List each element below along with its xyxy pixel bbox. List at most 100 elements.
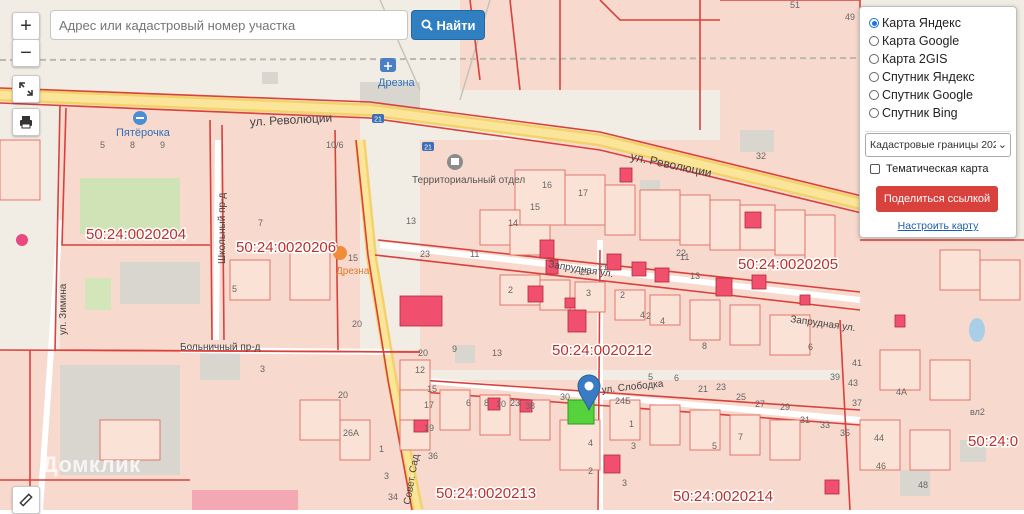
house-number-label: 33 — [820, 420, 830, 430]
search-button-label: Найти — [436, 17, 476, 33]
house-number-label: 5 — [712, 441, 717, 451]
layer-option-yandex-map[interactable]: Карта Яндекс — [869, 15, 961, 31]
printer-icon — [20, 116, 32, 129]
house-number-label: 30 — [560, 392, 570, 402]
street-label: Больничный пр-д — [180, 342, 261, 353]
house-number-label: 44 — [874, 433, 884, 443]
radio-icon[interactable] — [869, 54, 879, 64]
house-number-label: 27 — [755, 399, 765, 409]
map-layers-panel: Карта Яндекс Карта Google Карта 2GIS Спу… — [859, 6, 1017, 238]
boundaries-select-value: Кадастровые границы 2024 — [870, 139, 1005, 151]
print-button[interactable] — [12, 108, 40, 136]
house-number-label: 20 — [418, 348, 428, 358]
house-number-label: 35 — [840, 428, 850, 438]
house-number-label: 24Б — [615, 396, 631, 406]
house-number-label: 39 — [830, 372, 840, 382]
house-number-label: 49 — [845, 12, 855, 22]
layer-option-2gis-map[interactable]: Карта 2GIS — [869, 51, 947, 67]
zoom-in-button[interactable]: + — [12, 12, 40, 40]
layer-option-yandex-satellite[interactable]: Спутник Яндекс — [869, 69, 975, 85]
layer-option-bing-satellite[interactable]: Спутник Bing — [869, 105, 958, 121]
cadastral-quarter-label: 50:24:0020205 — [738, 256, 838, 273]
house-number-label: 6 — [466, 398, 471, 408]
poi-label: Пятёрочка — [116, 127, 171, 139]
house-number-label: 15 — [427, 384, 437, 394]
house-number-label: 5 — [232, 284, 237, 294]
fullscreen-button[interactable] — [12, 75, 40, 103]
house-number-label: 25 — [736, 392, 746, 402]
house-number-label: 8 — [702, 341, 707, 351]
house-number-label: 10 — [496, 399, 506, 409]
house-number-label: 3 — [586, 288, 591, 298]
layer-option-label: Спутник Яндекс — [882, 70, 975, 84]
house-number-label: 29 — [780, 402, 790, 412]
house-number-label: 19 — [424, 423, 434, 433]
house-number-label: 11 — [470, 249, 479, 259]
house-number-label: 17 — [424, 400, 434, 410]
house-number-label: 3 — [622, 478, 627, 488]
street-label: Школьный пр-д — [217, 193, 228, 264]
house-number-label: 23 — [420, 249, 430, 259]
house-number-label: 7 — [738, 432, 743, 442]
house-number-label: 2 — [508, 285, 513, 295]
layer-option-label: Спутник Bing — [882, 106, 958, 120]
zoom-out-button[interactable]: − — [12, 39, 40, 67]
boundaries-select[interactable]: Кадастровые границы 2024 ⌄ — [865, 133, 1011, 157]
share-link-button[interactable]: Поделиться ссылкой — [876, 186, 998, 212]
radio-icon[interactable] — [869, 36, 879, 46]
house-number-label: 13 — [690, 271, 700, 281]
house-number-label: 4А — [896, 387, 907, 397]
layer-option-google-satellite[interactable]: Спутник Google — [869, 87, 973, 103]
house-number-label: 26А — [343, 428, 359, 438]
house-number-label: 4 — [640, 310, 645, 320]
street-label: ул. Зимина — [58, 283, 69, 335]
layer-option-label: Спутник Google — [882, 88, 973, 102]
layer-option-label: Карта 2GIS — [882, 52, 948, 66]
house-number-label: 1 — [629, 419, 634, 429]
radio-icon[interactable] — [869, 90, 879, 100]
house-number-label: 46 — [876, 461, 886, 471]
house-number-label: 21 — [698, 384, 708, 394]
poi-label: Дрезна — [378, 77, 416, 89]
house-number-label: 51 — [790, 0, 800, 10]
poi-government-icon — [447, 154, 463, 170]
house-number-label: 43 — [848, 378, 858, 388]
checkbox-icon[interactable] — [870, 164, 880, 174]
house-number-label: 41 — [852, 358, 862, 368]
station-badge-label: 21 — [374, 117, 382, 124]
house-number-label: 20 — [338, 390, 348, 400]
house-number-label: 38 — [525, 401, 535, 411]
house-number-label: 2 — [620, 290, 625, 300]
radio-icon[interactable] — [869, 72, 879, 82]
house-number-label: 2 — [588, 466, 593, 476]
thematic-map-toggle[interactable]: Тематическая карта — [870, 163, 988, 175]
search-button[interactable]: Найти — [411, 10, 485, 40]
layer-option-google-map[interactable]: Карта Google — [869, 33, 959, 49]
poi-station-icon — [380, 58, 396, 72]
house-number-label: 20 — [352, 319, 362, 329]
search-input[interactable] — [51, 11, 407, 39]
cadastral-quarter-label: 50:24:0020213 — [436, 485, 536, 502]
cadastral-quarter-label: 50:24:0020212 — [552, 342, 652, 359]
house-number-label: 3 — [260, 364, 265, 374]
house-number-label: 9 — [452, 344, 457, 354]
search-box — [50, 10, 408, 40]
poi-label: Территориальный отдел — [412, 175, 525, 186]
house-number-label: 3 — [631, 441, 636, 451]
fullscreen-icon — [19, 82, 33, 96]
cadastral-quarter-label: 50:24:0020214 — [673, 488, 773, 505]
radio-icon[interactable] — [869, 108, 879, 118]
layer-option-label: Карта Google — [882, 34, 960, 48]
house-number-label: 13 — [406, 216, 416, 226]
house-number-label: 48 — [918, 480, 928, 490]
house-number-label: вл2 — [970, 407, 985, 417]
house-number-label: 34 — [388, 492, 398, 502]
setup-map-link[interactable]: Настроить карту — [860, 220, 1016, 232]
radio-icon[interactable] — [869, 18, 879, 28]
house-number-label: 9 — [160, 140, 165, 150]
station-badge-label: 21 — [424, 145, 432, 152]
house-number-label: 37 — [852, 398, 862, 408]
house-number-label: 2 — [646, 311, 651, 321]
poi-label: Дрезна — [336, 266, 370, 277]
house-number-label: 15 — [348, 253, 358, 263]
